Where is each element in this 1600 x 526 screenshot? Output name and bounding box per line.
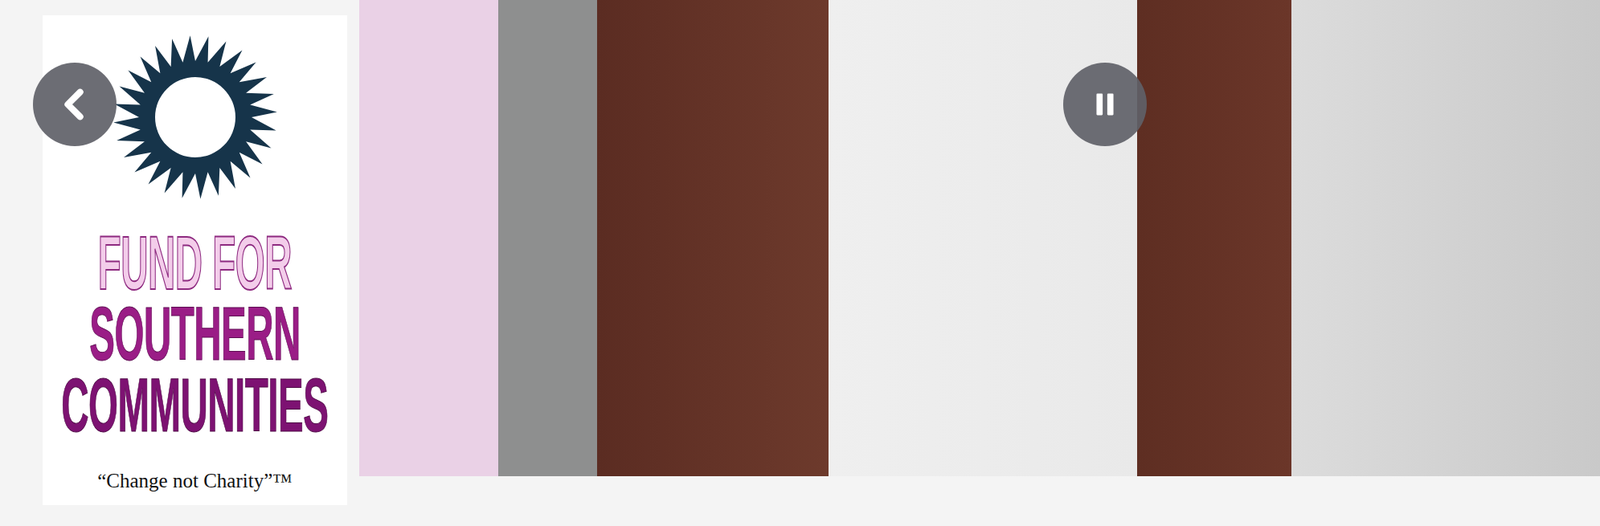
pause-icon <box>1086 85 1124 123</box>
logo-text: FUND FOR <box>98 227 292 299</box>
slide-side-strip <box>359 0 499 477</box>
slideshow <box>359 0 1600 477</box>
pause-button[interactable] <box>1063 62 1147 147</box>
logo-text: SOUTHERN <box>89 298 301 369</box>
previous-button[interactable] <box>32 62 117 147</box>
page-header: FUND FORSOUTHERNCOMMUNITIES “Change not C… <box>0 0 1600 526</box>
tagline: “Change not Charity”™ <box>97 466 293 497</box>
chevron-left-icon <box>56 85 94 123</box>
logo-wordmark: FUND FORSOUTHERNCOMMUNITIES <box>42 227 348 441</box>
logo-text: COMMUNITIES <box>61 369 328 441</box>
sunburst-icon <box>110 32 280 202</box>
slide-photo <box>498 0 1600 477</box>
